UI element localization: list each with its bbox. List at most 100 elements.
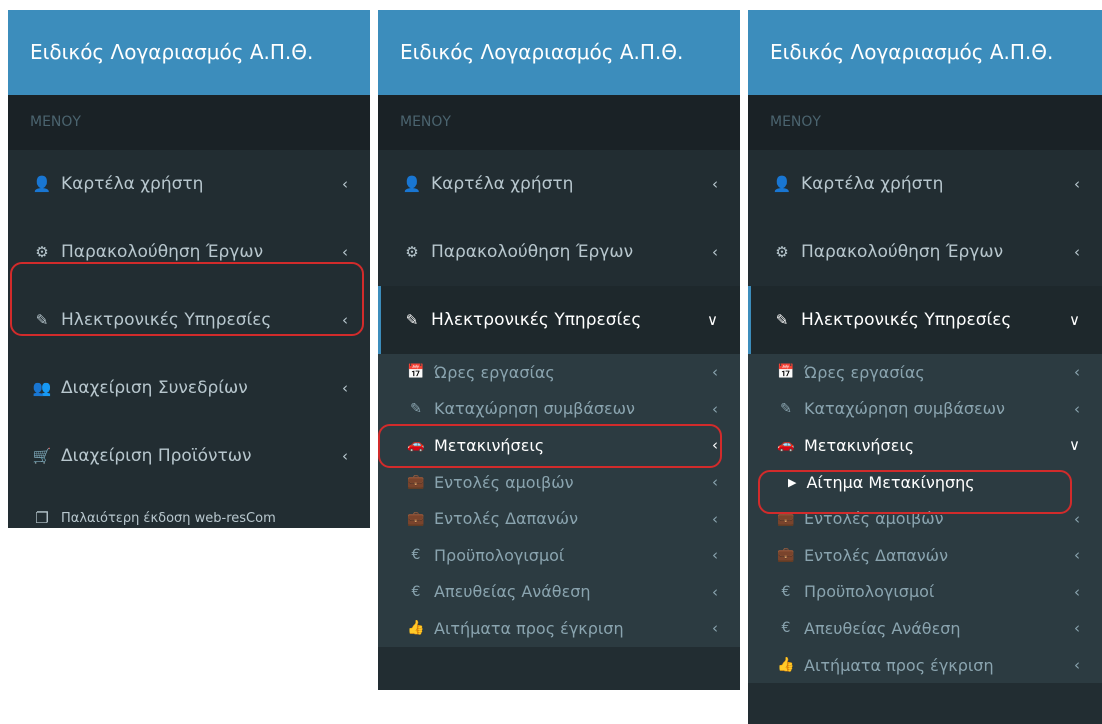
sidebar-item-e-services[interactable]: ✎ Ηλεκτρονικές Υπηρεσίες ∨ — [748, 286, 1102, 354]
calendar-icon: 📅 — [777, 364, 795, 381]
briefcase-icon: 💼 — [407, 474, 425, 491]
chevron-down-icon: ∨ — [707, 311, 718, 329]
user-icon: 👤 — [772, 175, 792, 193]
submenu-item-label: Αιτήματα προς έγκριση — [804, 655, 994, 675]
submenu-item-label: Μετακινήσεις — [434, 435, 545, 455]
chevron-left-icon: ‹ — [342, 175, 348, 193]
sidebar-item-label: Παρακολούθηση Έργων — [61, 242, 264, 262]
sidebar-item-products[interactable]: 🛒 Διαχείριση Προϊόντων ‹ — [8, 422, 370, 490]
gears-icon: ⚙ — [775, 243, 789, 261]
chevron-left-icon: ‹ — [342, 447, 348, 465]
chevron-left-icon: ‹ — [1074, 619, 1080, 638]
sidebar-item-e-services[interactable]: ✎ Ηλεκτρονικές Υπηρεσίες ‹ — [8, 286, 370, 354]
sidebar-item-user-card[interactable]: 👤 Καρτέλα χρήστη ‹ — [748, 150, 1102, 218]
edit-icon: ✎ — [410, 400, 422, 417]
submenu-item-fee-orders[interactable]: 💼 Εντολές αμοιβών ‹ — [378, 464, 740, 501]
chevron-left-icon: ‹ — [1074, 399, 1080, 418]
app-title: Ειδικός Λογαριασμός Α.Π.Θ. — [748, 10, 1102, 95]
submenu-item-expense-orders[interactable]: 💼 Εντολές Δαπανών ‹ — [378, 500, 740, 537]
chevron-left-icon: ‹ — [712, 243, 718, 261]
chevron-down-icon: ∨ — [1069, 436, 1080, 455]
submenu-item-budgets[interactable]: € Προϋπολογισμοί ‹ — [378, 537, 740, 574]
edit-icon: ✎ — [775, 311, 789, 329]
submenu-item-label: Εντολές Δαπανών — [804, 545, 949, 565]
copy-icon: ❐ — [35, 509, 49, 527]
submenu-item-budgets[interactable]: € Προϋπολογισμοί ‹ — [748, 574, 1102, 611]
chevron-left-icon: ‹ — [1074, 509, 1080, 528]
users-icon: 👥 — [32, 379, 52, 397]
chevron-left-icon: ‹ — [712, 582, 718, 601]
submenu-item-approvals[interactable]: 👍 Αιτήματα προς έγκριση ‹ — [748, 647, 1102, 684]
submenu-item-travel-request[interactable]: ▶ Αίτημα Μετακίνησης — [748, 464, 1102, 501]
chevron-left-icon: ‹ — [712, 473, 718, 492]
submenu-item-label: Καταχώρηση συμβάσεων — [434, 399, 635, 419]
sidebar-panel-collapsed: Ειδικός Λογαριασμός Α.Π.Θ. ΜΕΝΟΥ 👤 Καρτέ… — [8, 10, 370, 528]
sidebar-item-label: Διαχείριση Προϊόντων — [61, 446, 252, 466]
user-icon: 👤 — [402, 175, 422, 193]
chevron-left-icon: ‹ — [1074, 656, 1080, 675]
sidebar-panel-travels-open: Ειδικός Λογαριασμός Α.Π.Θ. ΜΕΝΟΥ 👤 Καρτέ… — [748, 10, 1102, 724]
chevron-left-icon: ‹ — [1074, 243, 1080, 261]
submenu-item-fee-orders[interactable]: 💼 Εντολές αμοιβών ‹ — [748, 500, 1102, 537]
edit-icon: ✎ — [405, 311, 419, 329]
sidebar-item-user-card[interactable]: 👤 Καρτέλα χρήστη ‹ — [8, 150, 370, 218]
gears-icon: ⚙ — [405, 243, 419, 261]
submenu-item-direct-award[interactable]: € Απευθείας Ανάθεση ‹ — [378, 574, 740, 611]
chevron-left-icon: ‹ — [1074, 363, 1080, 382]
submenu-item-label: Απευθείας Ανάθεση — [804, 618, 961, 638]
chevron-left-icon: ‹ — [712, 363, 718, 382]
submenu-item-label: Προϋπολογισμοί — [804, 582, 935, 602]
app-title: Ειδικός Λογαριασμός Α.Π.Θ. — [378, 10, 740, 95]
sidebar-item-conferences[interactable]: 👥 Διαχείριση Συνεδρίων ‹ — [8, 354, 370, 422]
submenu-item-contracts[interactable]: ✎ Καταχώρηση συμβάσεων ‹ — [378, 391, 740, 428]
user-icon: 👤 — [32, 175, 52, 193]
caret-right-icon: ▶ — [788, 475, 797, 489]
chevron-left-icon: ‹ — [342, 243, 348, 261]
briefcase-icon: 💼 — [407, 510, 425, 527]
chevron-left-icon: ‹ — [342, 379, 348, 397]
chevron-down-icon: ∨ — [1069, 311, 1080, 329]
submenu-item-label: Εντολές Δαπανών — [434, 509, 579, 529]
gears-icon: ⚙ — [35, 243, 49, 261]
submenu-item-expense-orders[interactable]: 💼 Εντολές Δαπανών ‹ — [748, 537, 1102, 574]
submenu-item-label: Καταχώρηση συμβάσεων — [804, 399, 1005, 419]
submenu-e-services: 📅 Ώρες εργασίας ‹ ✎ Καταχώρηση συμβάσεων… — [748, 354, 1102, 684]
sidebar-item-label: Ηλεκτρονικές Υπηρεσίες — [431, 310, 642, 330]
submenu-item-travels[interactable]: 🚗 Μετακινήσεις ∨ — [748, 427, 1102, 464]
sidebar-item-label: Παρακολούθηση Έργων — [801, 242, 1004, 262]
submenu-item-label: Απευθείας Ανάθεση — [434, 582, 591, 602]
thumbs-up-icon: 👍 — [777, 657, 795, 674]
submenu-item-approvals[interactable]: 👍 Αιτήματα προς έγκριση ‹ — [378, 610, 740, 647]
sidebar-item-project-monitoring[interactable]: ⚙ Παρακολούθηση Έργων ‹ — [378, 218, 740, 286]
chevron-left-icon: ‹ — [712, 619, 718, 638]
submenu-item-work-hours[interactable]: 📅 Ώρες εργασίας ‹ — [748, 354, 1102, 391]
briefcase-icon: 💼 — [777, 547, 795, 564]
submenu-item-label: Μετακινήσεις — [804, 435, 915, 455]
sidebar-item-project-monitoring[interactable]: ⚙ Παρακολούθηση Έργων ‹ — [8, 218, 370, 286]
chevron-left-icon: ‹ — [712, 546, 718, 565]
submenu-item-direct-award[interactable]: € Απευθείας Ανάθεση ‹ — [748, 610, 1102, 647]
sidebar-item-label: Καρτέλα χρήστη — [431, 174, 574, 194]
sidebar-item-label: Ηλεκτρονικές Υπηρεσίες — [61, 310, 272, 330]
sidebar-item-user-card[interactable]: 👤 Καρτέλα χρήστη ‹ — [378, 150, 740, 218]
app-title: Ειδικός Λογαριασμός Α.Π.Θ. — [8, 10, 370, 95]
submenu-item-travels[interactable]: 🚗 Μετακινήσεις ‹ — [378, 427, 740, 464]
calendar-icon: 📅 — [407, 364, 425, 381]
submenu-item-contracts[interactable]: ✎ Καταχώρηση συμβάσεων ‹ — [748, 391, 1102, 428]
chevron-left-icon: ‹ — [712, 399, 718, 418]
submenu-item-label: Εντολές αμοιβών — [804, 509, 944, 529]
sidebar-item-project-monitoring[interactable]: ⚙ Παρακολούθηση Έργων ‹ — [748, 218, 1102, 286]
menu-header: ΜΕΝΟΥ — [8, 95, 370, 150]
briefcase-icon: 💼 — [777, 510, 795, 527]
submenu-item-label: Αίτημα Μετακίνησης — [806, 472, 975, 492]
sidebar-item-old-version[interactable]: ❐ Παλαιότερη έκδοση web-resCom — [8, 490, 370, 528]
sidebar-item-label: Παλαιότερη έκδοση web-resCom — [61, 510, 276, 526]
sidebar-item-label: Ηλεκτρονικές Υπηρεσίες — [801, 310, 1012, 330]
submenu-item-label: Ώρες εργασίας — [434, 362, 555, 382]
sidebar-item-label: Καρτέλα χρήστη — [801, 174, 944, 194]
chevron-left-icon: ‹ — [342, 311, 348, 329]
submenu-item-label: Εντολές αμοιβών — [434, 472, 574, 492]
sidebar-item-e-services[interactable]: ✎ Ηλεκτρονικές Υπηρεσίες ∨ — [378, 286, 740, 354]
chevron-left-icon: ‹ — [1074, 175, 1080, 193]
submenu-item-work-hours[interactable]: 📅 Ώρες εργασίας ‹ — [378, 354, 740, 391]
